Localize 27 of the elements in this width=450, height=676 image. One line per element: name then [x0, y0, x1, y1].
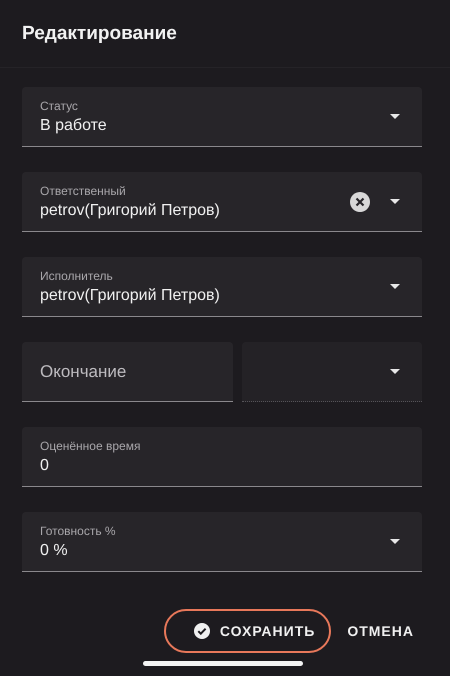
check-icon	[194, 623, 210, 639]
select-field[interactable]: Статус В работе	[22, 87, 422, 147]
field-label: Готовность %	[40, 524, 117, 538]
clear-icon[interactable]	[350, 192, 370, 212]
dialog-title: Редактирование	[22, 22, 177, 44]
select-field[interactable]: Ответственный petrov(Григорий Петров)	[22, 172, 422, 232]
field-value: petrov(Григорий Петров)	[40, 286, 221, 304]
dropdown-arrow-icon[interactable]	[390, 539, 400, 544]
field-label: Исполнитель	[40, 268, 114, 282]
field-value: 0 %	[40, 542, 69, 560]
select-field[interactable]: Исполнитель petrov(Григорий Петров)	[22, 257, 422, 317]
field-label: Оценённое время	[40, 438, 142, 452]
dropdown-arrow-icon[interactable]	[390, 284, 400, 289]
field-value: petrov(Григорий Петров)	[40, 202, 221, 220]
cancel-button[interactable]: ОТМЕНА	[337, 609, 430, 653]
dropdown-arrow-icon[interactable]	[390, 369, 400, 374]
date-field[interactable]: Окончание	[22, 342, 233, 402]
time-select-field[interactable]	[242, 342, 422, 402]
field-value: 0	[40, 456, 50, 474]
dropdown-arrow-icon[interactable]	[390, 114, 400, 119]
dropdown-arrow-icon[interactable]	[390, 199, 400, 204]
field-value: В работе	[40, 116, 108, 134]
field-label: Статус	[40, 98, 79, 112]
field-label: Ответственный	[40, 184, 127, 198]
text-field[interactable]: Оценённое время 0	[22, 427, 422, 487]
select-field[interactable]: Готовность % 0 %	[22, 512, 422, 572]
save-button[interactable]: СОХРАНИТЬ	[164, 609, 332, 653]
